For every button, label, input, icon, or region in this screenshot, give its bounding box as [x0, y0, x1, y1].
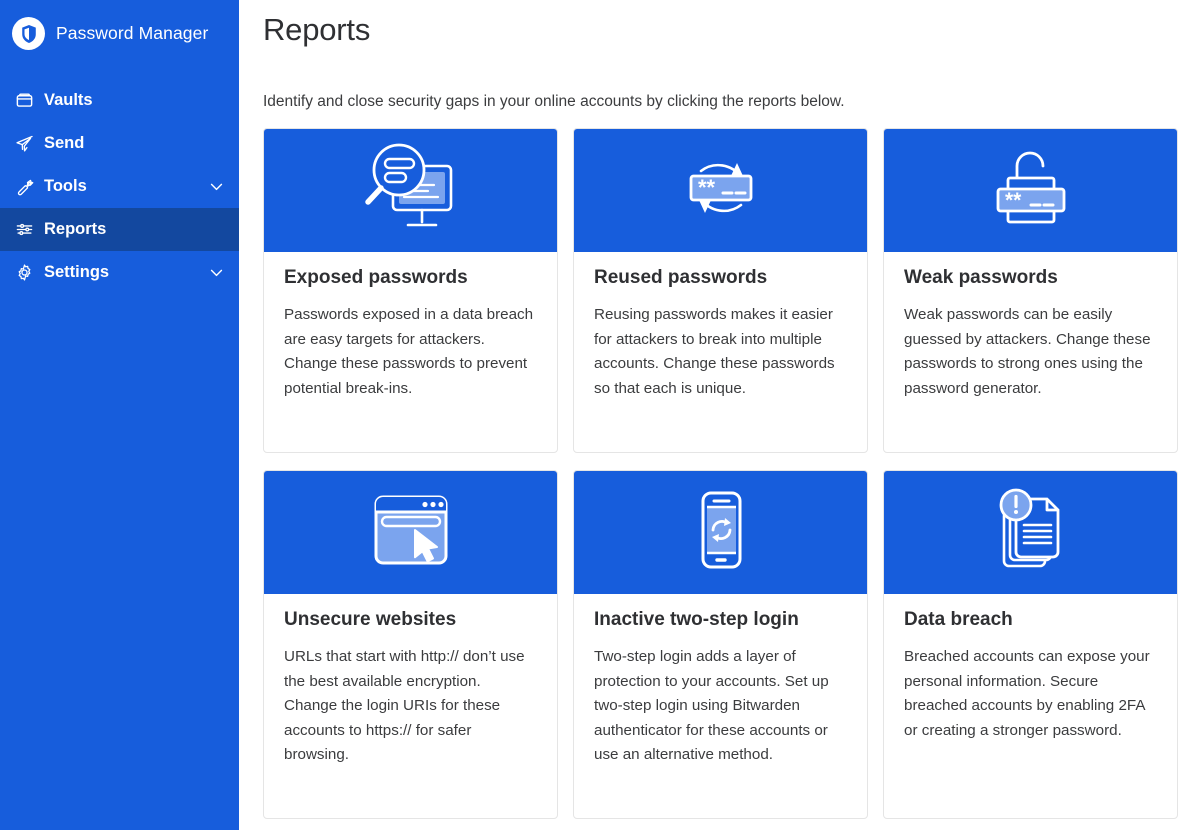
- svg-text:**: **: [698, 175, 716, 200]
- sidebar: Password Manager Vaults Send Tools Repor…: [0, 0, 239, 830]
- report-card-reused-passwords[interactable]: ** Reused passwords Reusing passwords ma…: [573, 128, 868, 453]
- card-text: Passwords exposed in a data breach are e…: [284, 306, 534, 397]
- open-padlock-password-icon: **: [971, 138, 1091, 243]
- card-title: Weak passwords: [904, 267, 1058, 288]
- password-field-refresh-icon: **: [661, 138, 781, 243]
- brand-name: Password Manager: [56, 23, 209, 43]
- svg-text:**: **: [1005, 189, 1022, 212]
- reports-grid-row-1: Exposed passwords Passwords exposed in a…: [263, 128, 1180, 453]
- card-body: Reused passwords Reusing passwords makes…: [574, 252, 867, 419]
- chevron-down-icon[interactable]: [207, 264, 225, 282]
- main-content: Reports Identify and close security gaps…: [239, 0, 1200, 830]
- card-body: Unsecure websites URLs that start with h…: [264, 594, 557, 786]
- card-banner: [264, 471, 557, 594]
- card-banner: [884, 471, 1177, 594]
- report-card-inactive-two-step-login[interactable]: Inactive two-step login Two-step login a…: [573, 470, 868, 819]
- card-banner: **: [574, 129, 867, 252]
- page-title: Reports: [263, 12, 371, 47]
- bitwarden-shield-logo-icon: [12, 17, 45, 50]
- card-title: Unsecure websites: [284, 609, 457, 630]
- card-body: Weak passwords Weak passwords can be eas…: [884, 252, 1177, 419]
- sidebar-item-reports[interactable]: Reports: [0, 208, 239, 251]
- chevron-down-icon[interactable]: [207, 178, 225, 196]
- card-banner: [574, 471, 867, 594]
- vault-icon: [14, 91, 34, 111]
- magnifier-monitor-icon: [351, 138, 471, 243]
- card-body: Data breach Breached accounts can expose…: [884, 594, 1177, 761]
- sidebar-item-label: Settings: [44, 263, 110, 281]
- report-card-weak-passwords[interactable]: ** Weak passwords Weak passwords can be …: [883, 128, 1178, 453]
- card-text: Breached accounts can expose your person…: [904, 648, 1150, 739]
- card-text: Weak passwords can be easily guessed by …: [904, 306, 1151, 397]
- sidebar-item-send[interactable]: Send: [0, 122, 239, 165]
- sidebar-item-vaults[interactable]: Vaults: [0, 79, 239, 122]
- sidebar-item-label: Send: [44, 134, 85, 152]
- reports-grid-row-2: Unsecure websites URLs that start with h…: [263, 470, 1180, 819]
- sidebar-item-settings[interactable]: Settings: [0, 251, 239, 294]
- report-card-unsecure-websites[interactable]: Unsecure websites URLs that start with h…: [263, 470, 558, 819]
- sidebar-item-tools[interactable]: Tools: [0, 165, 239, 208]
- card-body: Exposed passwords Passwords exposed in a…: [264, 252, 557, 419]
- card-title: Inactive two-step login: [594, 609, 799, 630]
- card-text: Reusing passwords makes it easier for at…: [594, 306, 835, 397]
- gear-icon: [14, 263, 34, 283]
- report-card-exposed-passwords[interactable]: Exposed passwords Passwords exposed in a…: [263, 128, 558, 453]
- sidebar-item-label: Tools: [44, 177, 87, 195]
- brand[interactable]: Password Manager: [0, 0, 239, 67]
- browser-window-cursor-icon: [351, 480, 471, 585]
- mobile-phone-sync-icon: [661, 480, 781, 585]
- wrench-icon: [14, 177, 34, 197]
- report-card-data-breach[interactable]: Data breach Breached accounts can expose…: [883, 470, 1178, 819]
- card-banner: **: [884, 129, 1177, 252]
- send-paper-plane-icon: [14, 134, 34, 154]
- app-root: Password Manager Vaults Send Tools Repor…: [0, 0, 1200, 830]
- card-title: Reused passwords: [594, 267, 768, 288]
- sidebar-item-label: Vaults: [44, 91, 93, 109]
- card-title: Exposed passwords: [284, 267, 468, 288]
- card-text: Two-step login adds a layer of protectio…: [594, 648, 829, 763]
- sliders-icon: [14, 220, 34, 240]
- card-title: Data breach: [904, 609, 1013, 630]
- card-text: URLs that start with http:// don’t use t…: [284, 648, 525, 763]
- card-body: Inactive two-step login Two-step login a…: [574, 594, 867, 786]
- sidebar-nav: Vaults Send Tools Reports Settings: [0, 79, 239, 294]
- documents-alert-icon: [971, 480, 1091, 585]
- page-description: Identify and close security gaps in your…: [263, 93, 845, 110]
- sidebar-item-label: Reports: [44, 220, 107, 238]
- card-banner: [264, 129, 557, 252]
